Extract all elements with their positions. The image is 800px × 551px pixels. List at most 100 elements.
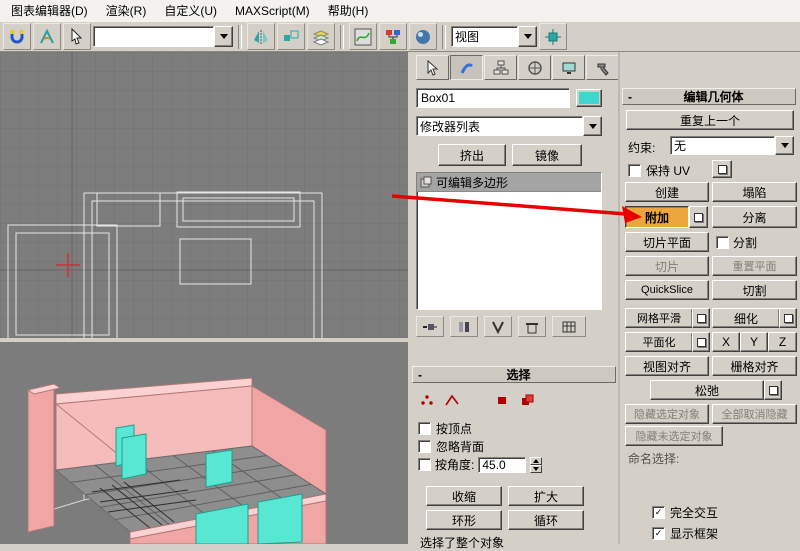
menu-item-help[interactable]: 帮助(H) xyxy=(319,0,378,22)
ignore-backfacing-checkbox[interactable] xyxy=(418,440,431,453)
polygon-subobject-button[interactable] xyxy=(491,390,513,410)
element-subobject-button[interactable] xyxy=(516,390,538,410)
edit-geometry-rollout-header[interactable]: - 编辑几何体 xyxy=(622,88,796,105)
curve-editor-button[interactable] xyxy=(349,23,377,50)
vertex-subobject-button[interactable] xyxy=(416,390,438,410)
view-align-button[interactable]: 视图对齐 xyxy=(625,356,709,376)
relax-settings-button[interactable] xyxy=(764,380,782,400)
material-editor-button[interactable] xyxy=(409,23,437,50)
constraints-arrow[interactable] xyxy=(775,136,794,155)
mirror-tool-button[interactable] xyxy=(247,23,275,50)
constraints-label: 约束: xyxy=(628,141,656,155)
border-subobject-button[interactable] xyxy=(466,390,488,410)
by-angle-checkbox[interactable] xyxy=(418,458,431,471)
viewport-top-view[interactable] xyxy=(0,52,408,338)
pin-stack-button[interactable] xyxy=(416,316,444,337)
select-object-button[interactable] xyxy=(63,23,91,50)
tab-utilities[interactable] xyxy=(586,55,619,80)
mirror-button[interactable]: 镜像 xyxy=(512,144,582,166)
tab-display[interactable] xyxy=(552,55,585,80)
ring-button[interactable]: 环形 xyxy=(426,510,502,530)
align-tool-button[interactable] xyxy=(277,23,305,50)
loop-button[interactable]: 循环 xyxy=(508,510,584,530)
coordsys-arrow[interactable] xyxy=(518,26,537,47)
remove-modifier-button[interactable] xyxy=(518,316,546,337)
relax-button[interactable]: 松弛 xyxy=(650,380,764,400)
by-vertex-checkbox[interactable] xyxy=(418,422,431,435)
tab-create[interactable] xyxy=(416,55,449,80)
toolbar-separator xyxy=(238,24,242,49)
by-angle-label: 按角度: xyxy=(435,458,475,472)
hide-selected-button[interactable]: 隐藏选定对象 xyxy=(625,404,709,424)
menu-item-rendering[interactable]: 渲染(R) xyxy=(97,0,156,22)
menu-item-maxscript[interactable]: MAXScript(M) xyxy=(226,0,319,22)
ignore-backfacing-label: 忽略背面 xyxy=(436,440,485,454)
edge-subobject-button[interactable] xyxy=(441,390,463,410)
preserve-uv-row: 保持 UV xyxy=(628,162,690,179)
named-selection-combo[interactable] xyxy=(93,26,233,47)
subobject-buttons xyxy=(416,390,538,410)
msmooth-button[interactable]: 网格平滑 xyxy=(625,308,693,328)
stack-item-editable-poly[interactable]: 可编辑多边形 xyxy=(417,173,601,192)
reset-plane-button[interactable]: 重置平面 xyxy=(712,256,797,276)
detach-button[interactable]: 分离 xyxy=(712,206,797,228)
quickslice-button[interactable]: QuickSlice xyxy=(625,280,709,300)
collapse-button[interactable]: 塌陷 xyxy=(712,182,797,202)
configure-sets-icon xyxy=(562,321,576,332)
slice-button[interactable]: 切片 xyxy=(625,256,709,276)
use-pivot-center-button[interactable] xyxy=(539,23,567,50)
tab-motion[interactable] xyxy=(518,55,551,80)
preserve-uv-checkbox[interactable] xyxy=(628,164,641,177)
dropdown-arrow-icon xyxy=(219,34,228,39)
preserve-uv-settings-button[interactable] xyxy=(712,160,732,178)
grid-align-button[interactable]: 栅格对齐 xyxy=(712,356,797,376)
object-color-swatch[interactable] xyxy=(576,89,602,107)
constraints-dropdown[interactable]: 无 xyxy=(670,136,794,155)
tessellate-settings-button[interactable] xyxy=(779,308,797,328)
angle-snap-button[interactable] xyxy=(33,23,61,50)
create-button[interactable]: 创建 xyxy=(625,182,709,202)
configure-modifier-sets-button[interactable] xyxy=(552,316,586,337)
grow-button[interactable]: 扩大 xyxy=(508,486,584,506)
modifier-list-arrow[interactable] xyxy=(583,116,602,136)
split-row: 分割 xyxy=(716,234,757,251)
snap-toggle-button[interactable] xyxy=(3,23,31,50)
attach-list-button[interactable] xyxy=(689,206,708,228)
selection-rollout-header[interactable]: - 选择 xyxy=(412,366,616,383)
split-checkbox[interactable] xyxy=(716,236,729,249)
hide-unselected-button[interactable]: 隐藏未选定对象 xyxy=(625,426,723,446)
layer-manager-button[interactable] xyxy=(307,23,335,50)
msmooth-settings-button[interactable] xyxy=(692,308,710,328)
make-unique-button[interactable] xyxy=(484,316,512,337)
object-name-field[interactable]: Box01 xyxy=(416,88,570,108)
shrink-button[interactable]: 收缩 xyxy=(426,486,502,506)
show-cage-checkbox[interactable]: ✓ xyxy=(652,527,665,540)
planar-z-button[interactable]: Z xyxy=(768,332,797,352)
modifier-list-dropdown[interactable]: 修改器列表 xyxy=(416,116,602,136)
schematic-view-button[interactable] xyxy=(379,23,407,50)
show-end-result-button[interactable] xyxy=(450,316,478,337)
extrude-button[interactable]: 挤出 xyxy=(438,144,506,166)
menu-item-customize[interactable]: 自定义(U) xyxy=(155,0,226,22)
full-interactivity-checkbox[interactable]: ✓ xyxy=(652,506,665,519)
toolbar-separator xyxy=(340,24,344,49)
viewport-perspective[interactable] xyxy=(0,342,408,544)
tab-hierarchy[interactable] xyxy=(484,55,517,80)
planar-y-button[interactable]: Y xyxy=(740,332,768,352)
make-planar-settings-button[interactable] xyxy=(692,332,710,352)
attach-button[interactable]: 附加 xyxy=(625,206,689,228)
unhide-all-button[interactable]: 全部取消隐藏 xyxy=(712,404,797,424)
angle-value-field[interactable]: 45.0 xyxy=(478,456,527,473)
make-planar-button[interactable]: 平面化 xyxy=(625,332,693,352)
planar-x-button[interactable]: X xyxy=(712,332,740,352)
cut-button[interactable]: 切割 xyxy=(712,280,797,300)
reference-coordsys-combo[interactable]: 视图 xyxy=(451,26,537,47)
tab-modify[interactable] xyxy=(450,55,483,80)
slice-plane-button[interactable]: 切片平面 xyxy=(625,232,709,252)
menu-item-graph-editors[interactable]: 图表编辑器(D) xyxy=(2,0,97,22)
tessellate-button[interactable]: 细化 xyxy=(712,308,780,328)
trash-icon xyxy=(526,322,538,333)
repeat-last-button[interactable]: 重复上一个 xyxy=(626,110,794,130)
angle-spinner[interactable] xyxy=(530,456,543,473)
named-selection-arrow[interactable] xyxy=(214,26,233,47)
